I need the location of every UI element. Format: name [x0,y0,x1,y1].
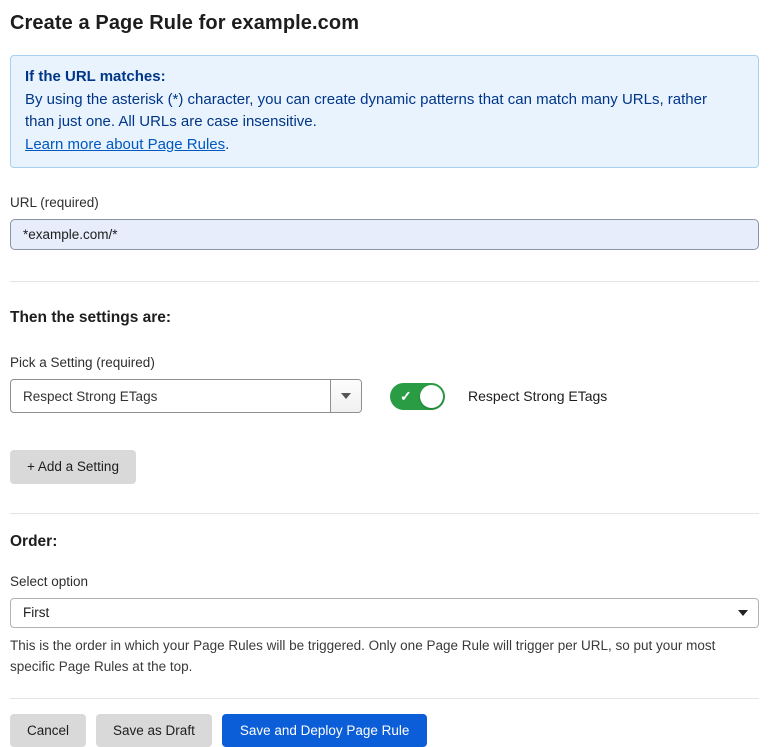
url-match-info-box: If the URL matches: By using the asteris… [10,55,759,168]
info-box-body: By using the asterisk (*) character, you… [25,89,731,134]
url-input[interactable] [10,219,759,250]
setting-select-arrow-button[interactable] [330,380,361,412]
order-select-value: First [23,605,49,620]
page-title: Create a Page Rule for example.com [10,12,759,35]
footer-actions: Cancel Save as Draft Save and Deploy Pag… [10,714,759,747]
setting-select-value: Respect Strong ETags [11,389,330,404]
setting-select[interactable]: Respect Strong ETags [10,379,362,413]
save-draft-button[interactable]: Save as Draft [96,714,212,747]
etags-toggle-group: ✓ Respect Strong ETags [390,383,607,410]
settings-section-heading: Then the settings are: [10,309,759,327]
learn-more-link[interactable]: Learn more about Page Rules [25,136,225,153]
etags-toggle[interactable]: ✓ [390,383,445,410]
save-deploy-button[interactable]: Save and Deploy Page Rule [222,714,428,747]
order-select-label: Select option [10,574,759,589]
chevron-down-icon [341,393,351,399]
divider [10,698,759,699]
order-section-heading: Order: [10,533,759,551]
chevron-down-icon [738,610,748,616]
toggle-knob [420,385,443,408]
create-page-rule-form: Create a Page Rule for example.com If th… [10,12,759,747]
cancel-button[interactable]: Cancel [10,714,86,747]
setting-row: Respect Strong ETags ✓ Respect Strong ET… [10,379,759,413]
check-icon: ✓ [400,387,412,405]
pick-setting-label: Pick a Setting (required) [10,355,759,370]
order-select[interactable]: First [10,598,759,628]
link-period: . [225,136,229,153]
url-field-label: URL (required) [10,195,759,210]
add-setting-button[interactable]: + Add a Setting [10,450,136,484]
divider [10,513,759,514]
info-box-heading: If the URL matches: [25,66,744,89]
order-help-text: This is the order in which your Page Rul… [10,635,750,677]
info-link-row: Learn more about Page Rules. [25,134,744,157]
etags-toggle-label: Respect Strong ETags [468,388,607,404]
divider [10,281,759,282]
